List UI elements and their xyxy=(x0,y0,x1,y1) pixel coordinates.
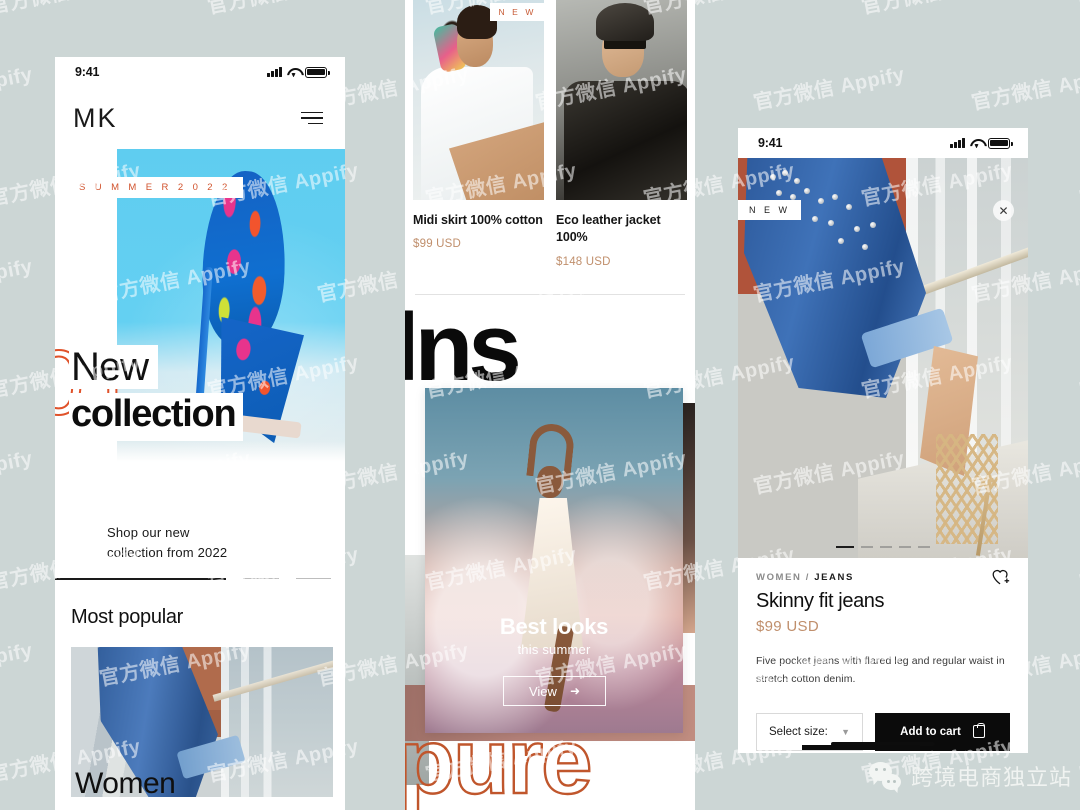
product-card[interactable]: Eco leather jacket 100% $148 USD xyxy=(556,0,687,268)
product-info: WOMEN / JEANS Skinny fit jeans $99 USD F… xyxy=(738,558,1028,689)
watermark-text: 官方微信 Appify xyxy=(1077,736,1080,787)
breadcrumb-item[interactable]: JEANS xyxy=(814,572,854,583)
watermark-text: 官方微信 Appify xyxy=(1077,160,1080,211)
promo-card-title: Best looks xyxy=(499,614,609,639)
category-card-label: Women xyxy=(75,766,176,797)
status-bar-time: 9:41 xyxy=(75,65,100,79)
hero-subcopy: Shop our new collection from 2022 xyxy=(107,525,228,560)
promo-card-best-looks[interactable]: Best looks this summer View ➜ xyxy=(425,388,683,733)
product-price: $148 USD xyxy=(556,255,611,268)
watermark-text: 官方微信 Appify xyxy=(969,63,1080,115)
cellular-signal-icon xyxy=(267,67,282,77)
wifi-icon xyxy=(970,138,983,148)
watermark-text: 官方微信 Appify xyxy=(859,0,1015,19)
phone-left-home-screen: 9:41 MK S U M M E R 2 0 2 2 New collecti… xyxy=(55,57,345,810)
chevron-down-icon: ▼ xyxy=(841,726,850,737)
gallery-dot-active[interactable] xyxy=(836,545,854,548)
promo-view-label: View xyxy=(528,683,557,699)
watermark-text: 官方微信 Appify xyxy=(0,63,35,115)
progress-segment xyxy=(295,578,331,580)
brand-logo[interactable]: MK xyxy=(73,103,118,134)
size-select-label: Select size: xyxy=(769,725,828,738)
product-description: Five pocket jeans with flared leg and re… xyxy=(756,655,1005,686)
battery-icon xyxy=(988,137,1013,149)
section-divider xyxy=(415,293,685,295)
product-title: Midi skirt 100% cotton xyxy=(413,213,543,227)
product-image-gallery[interactable]: N E W ✕ xyxy=(738,158,1028,558)
watermark-text: 官方微信 Appify xyxy=(1077,0,1080,19)
gallery-dot[interactable] xyxy=(861,545,873,548)
heart-plus-icon[interactable] xyxy=(990,566,1012,588)
status-bar-icons xyxy=(950,137,1013,149)
decorative-black-bar xyxy=(802,745,920,750)
promo-card-subtitle: this summer xyxy=(517,642,591,657)
wechat-badge: 跨境电商独立站 xyxy=(868,760,1072,792)
hero-bottom-fade xyxy=(55,441,345,509)
wifi-icon xyxy=(287,67,300,77)
gallery-dot[interactable] xyxy=(918,545,930,548)
wechat-icon xyxy=(868,762,901,790)
new-badge: N E W xyxy=(738,200,801,220)
app-header-left: MK xyxy=(55,87,345,149)
watermark-text: 官方微信 Appify xyxy=(0,447,35,499)
add-to-cart-label: Add to cart xyxy=(900,725,961,738)
watermark-text: 官方微信 Appify xyxy=(0,0,143,19)
status-bar-left: 9:41 xyxy=(55,57,345,87)
screenshot-canvas: 9:41 MK S U M M E R 2 0 2 2 New collecti… xyxy=(0,0,1080,810)
arrow-right-icon: ➜ xyxy=(569,684,580,698)
slider-progress-indicator[interactable] xyxy=(55,578,331,580)
category-card-women[interactable]: Women xyxy=(71,646,333,797)
product-card[interactable]: N E W Midi skirt 100% cotton $99 USD xyxy=(413,0,544,268)
gallery-pagination[interactable] xyxy=(738,545,1028,548)
product-price: $99 USD xyxy=(756,618,819,635)
product-image xyxy=(556,0,687,200)
product-price: $99 USD xyxy=(413,238,462,251)
phone-middle-catalog-screen: N E W Midi skirt 100% cotton $99 USD Eco… xyxy=(405,0,695,810)
watermark-text: 官方微信 Appify xyxy=(1077,352,1080,403)
status-bar-icons xyxy=(267,66,330,78)
hamburger-menu-icon[interactable] xyxy=(301,111,323,125)
promo-view-button[interactable]: View ➜ xyxy=(503,676,606,706)
watermark-text: 官方微信 Appify xyxy=(751,63,907,115)
cellular-signal-icon xyxy=(950,138,965,148)
progress-active-segment xyxy=(55,578,227,580)
hero-headline-line1: New xyxy=(69,345,159,389)
section-title-most-popular: Most popular xyxy=(71,605,184,628)
hero-headline-line2: collection xyxy=(69,393,244,441)
battery-icon xyxy=(305,66,330,78)
watermark-text: 官方微信 Appify xyxy=(0,639,35,691)
watermark-text: 官方微信 Appify xyxy=(0,255,35,307)
breadcrumb-separator: / xyxy=(805,572,810,583)
season-badge: S U M M E R 2 0 2 2 xyxy=(69,177,243,198)
watermark-text: 官方微信 Appify xyxy=(205,0,361,19)
hero-headline: New collection xyxy=(69,345,299,441)
phone-right-product-screen: 9:41 N E W ✕ WOMEN / JEANS Skinny fit je… xyxy=(738,128,1028,753)
breadcrumb[interactable]: WOMEN / JEANS xyxy=(756,572,1010,583)
product-title: Skinny fit jeans xyxy=(756,590,885,612)
breadcrumb-category[interactable]: WOMEN xyxy=(756,572,801,583)
close-icon[interactable]: ✕ xyxy=(993,200,1014,221)
status-bar-right: 9:41 xyxy=(738,128,1028,158)
shopping-bag-icon xyxy=(972,723,985,739)
product-title: Eco leather jacket 100% xyxy=(556,213,661,245)
status-bar-time: 9:41 xyxy=(758,136,783,150)
progress-segment xyxy=(243,578,279,580)
display-heading: lns xyxy=(405,304,522,391)
product-grid: N E W Midi skirt 100% cotton $99 USD Eco… xyxy=(405,0,695,268)
watermark-text: 官方微信 Appify xyxy=(1077,544,1080,595)
new-badge: N E W xyxy=(490,3,544,21)
promo-card-text: Best looks this summer xyxy=(425,614,683,657)
gallery-dot[interactable] xyxy=(880,545,892,548)
wechat-badge-text: 跨境电商独立站 xyxy=(910,765,1072,790)
hero-banner[interactable]: S U M M E R 2 0 2 2 01 New collection xyxy=(55,149,345,509)
product-image: N E W xyxy=(413,0,544,200)
gallery-dot[interactable] xyxy=(899,545,911,548)
